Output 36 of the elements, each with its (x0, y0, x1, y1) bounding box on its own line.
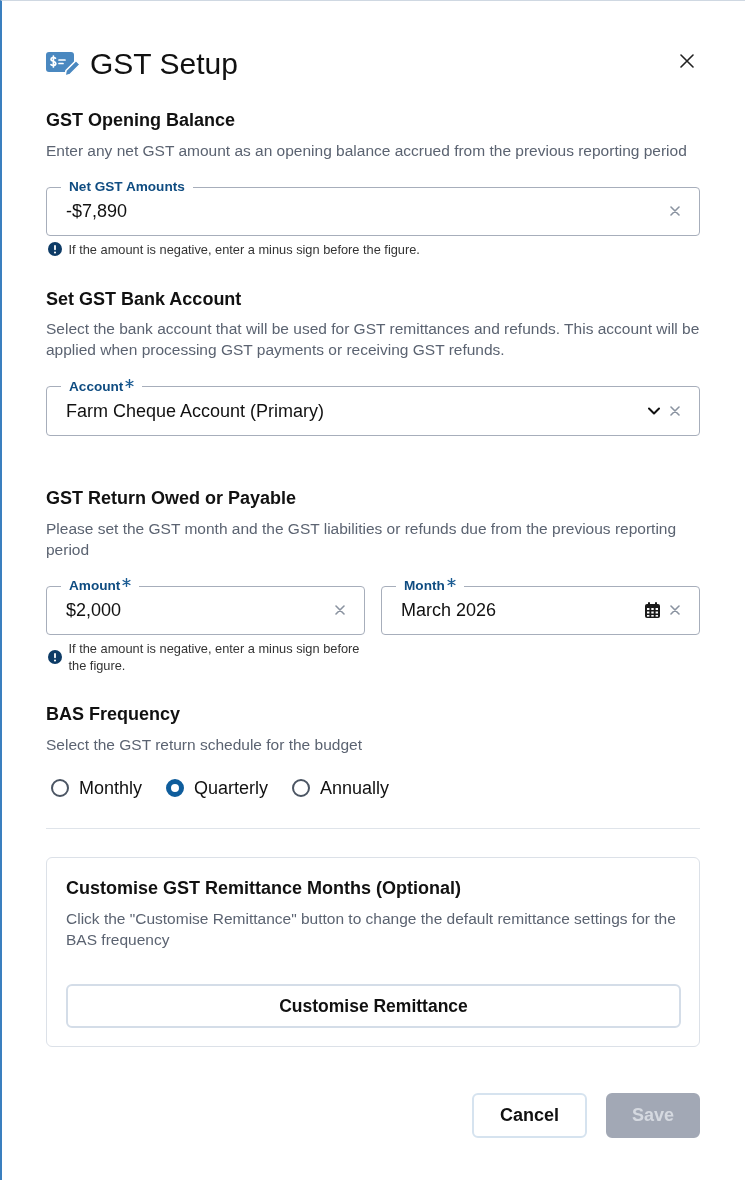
radio-icon[interactable] (166, 779, 185, 797)
dialog-title: GST Setup (90, 46, 238, 82)
section-heading: BAS Frequency (46, 703, 182, 726)
month-date-field[interactable]: Month March 2026 (381, 579, 700, 635)
clear-icon[interactable] (670, 405, 680, 416)
section-description: Please set the GST month and the GST liabilities or refunds due from the previous reporting period (46, 518, 678, 560)
section-heading: GST Opening Balance (46, 109, 237, 132)
card-description: Click the "Customise Remittance" button to change the default remittance settings for the BAS frequency (66, 908, 677, 950)
close-button[interactable] (680, 54, 694, 68)
info-icon (47, 242, 62, 256)
section-description: Enter any net GST amount as an opening balance accrued from the previous reporting period (46, 140, 688, 161)
clear-icon[interactable] (670, 206, 680, 216)
clear-icon[interactable] (670, 605, 680, 615)
helper-text: If the amount is negative, enter a minus sign before the figure. (68, 240, 420, 258)
radio-icon[interactable] (292, 779, 311, 797)
frequency-radio-option[interactable]: Monthly (51, 776, 143, 800)
clear-icon[interactable] (335, 605, 345, 615)
info-icon (47, 649, 62, 664)
section-heading: Set GST Bank Account (46, 287, 243, 311)
amount-field[interactable]: Amount $2,000 (46, 579, 365, 635)
section-description: Select the GST return schedule for the budget (46, 734, 363, 755)
cheque-pencil-icon (46, 51, 82, 77)
amount-field[interactable]: Net GST Amounts -$7,890 (46, 180, 700, 236)
radio-icon[interactable] (51, 779, 69, 797)
frequency-radio-option[interactable]: Quarterly (166, 776, 269, 800)
close-icon (680, 54, 694, 68)
calendar-icon[interactable] (645, 602, 660, 618)
customise-remittance-button[interactable]: Customise Remittance (66, 984, 681, 1028)
frequency-radio-option[interactable]: Annually (292, 776, 390, 800)
account-select[interactable]: Account Farm Cheque Account (Primary) (46, 379, 700, 436)
cancel-button[interactable]: Cancel (471, 1093, 587, 1138)
section-description: Select the bank account that will be used for GST remittances and refunds. This account will be applied when processing GST payments or receiving GST refunds. (46, 319, 700, 360)
chevron-down-icon[interactable] (648, 406, 660, 415)
helper-text: If the amount is negative, enter a minus sign before the figure. (68, 639, 361, 674)
card-title: Customise GST Remittance Months (Optional) (66, 877, 463, 900)
section-heading: GST Return Owed or Payable (46, 487, 298, 510)
